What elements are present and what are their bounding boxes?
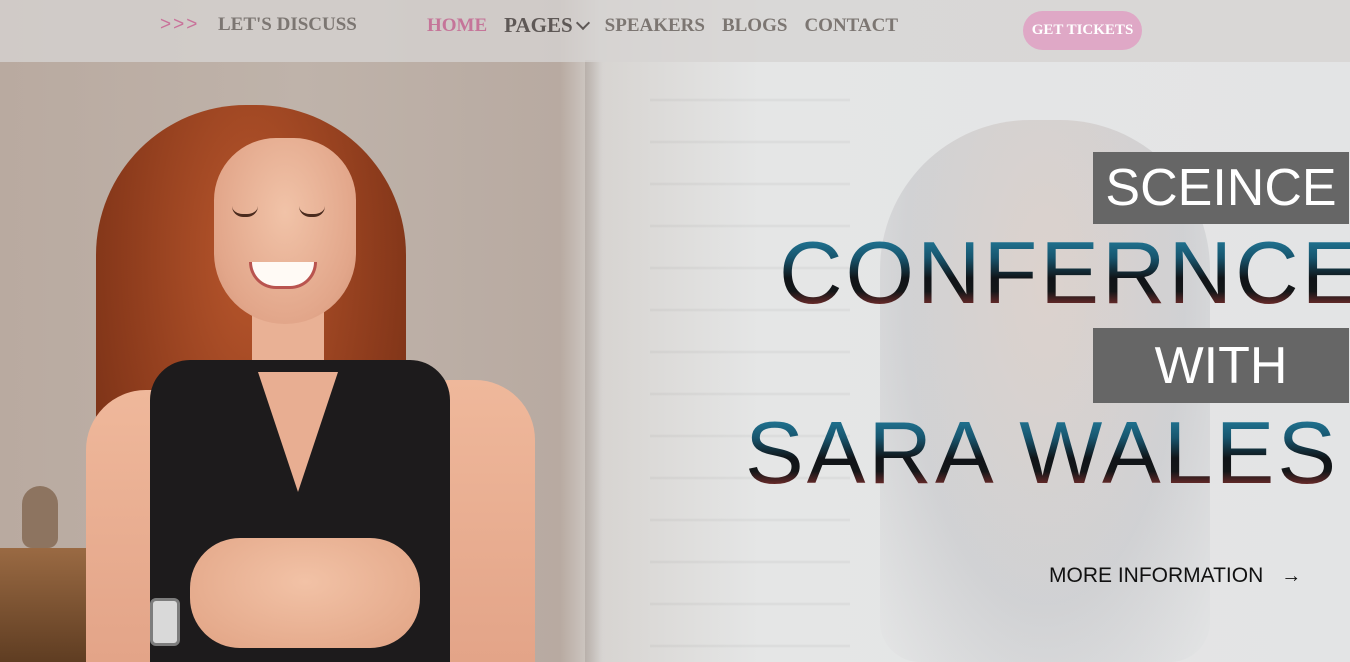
get-tickets-button[interactable]: GET TICKETS <box>1023 11 1142 50</box>
hero-line-conference: CONFERNCE <box>779 222 1350 324</box>
arrow-right-icon: → <box>1281 564 1302 587</box>
background-vase <box>22 486 58 548</box>
background-shelf <box>0 548 95 662</box>
nav-pages[interactable]: PAGES <box>504 13 590 38</box>
hero-label-science: SCEINCE <box>1093 152 1349 224</box>
site-header: >>> LET'S DISCUSS HOME PAGES SPEAKERS BL… <box>0 0 1350 62</box>
hero-line-science: SCEINCE <box>1105 159 1337 217</box>
discuss-arrows-icon: >>> <box>160 14 200 35</box>
more-information-link[interactable]: MORE INFORMATION → <box>1049 564 1301 588</box>
nav-home[interactable]: HOME <box>427 15 487 37</box>
hero-line-with: WITH <box>1154 336 1288 395</box>
speaker-hands <box>190 538 420 648</box>
nav-pages-label: PAGES <box>504 13 573 37</box>
speaker-watch <box>150 598 180 646</box>
background-divider <box>585 60 603 662</box>
lets-discuss-link[interactable]: LET'S DISCUSS <box>218 14 357 36</box>
nav-contact[interactable]: CONTACT <box>804 15 898 37</box>
chevron-down-icon <box>575 15 590 30</box>
hero-line-speaker-name: SARA WALES <box>745 403 1340 502</box>
main-nav: HOME PAGES SPEAKERS BLOGS CONTACT <box>427 13 915 38</box>
more-information-label: MORE INFORMATION <box>1049 564 1264 587</box>
hero-label-with: WITH <box>1093 328 1349 403</box>
whiteboard-marks <box>650 60 850 662</box>
nav-blogs[interactable]: BLOGS <box>722 15 787 37</box>
page: >>> LET'S DISCUSS HOME PAGES SPEAKERS BL… <box>0 0 1350 662</box>
speaker-face <box>214 138 356 324</box>
speaker-neckline <box>258 372 338 492</box>
nav-speakers[interactable]: SPEAKERS <box>605 15 705 37</box>
